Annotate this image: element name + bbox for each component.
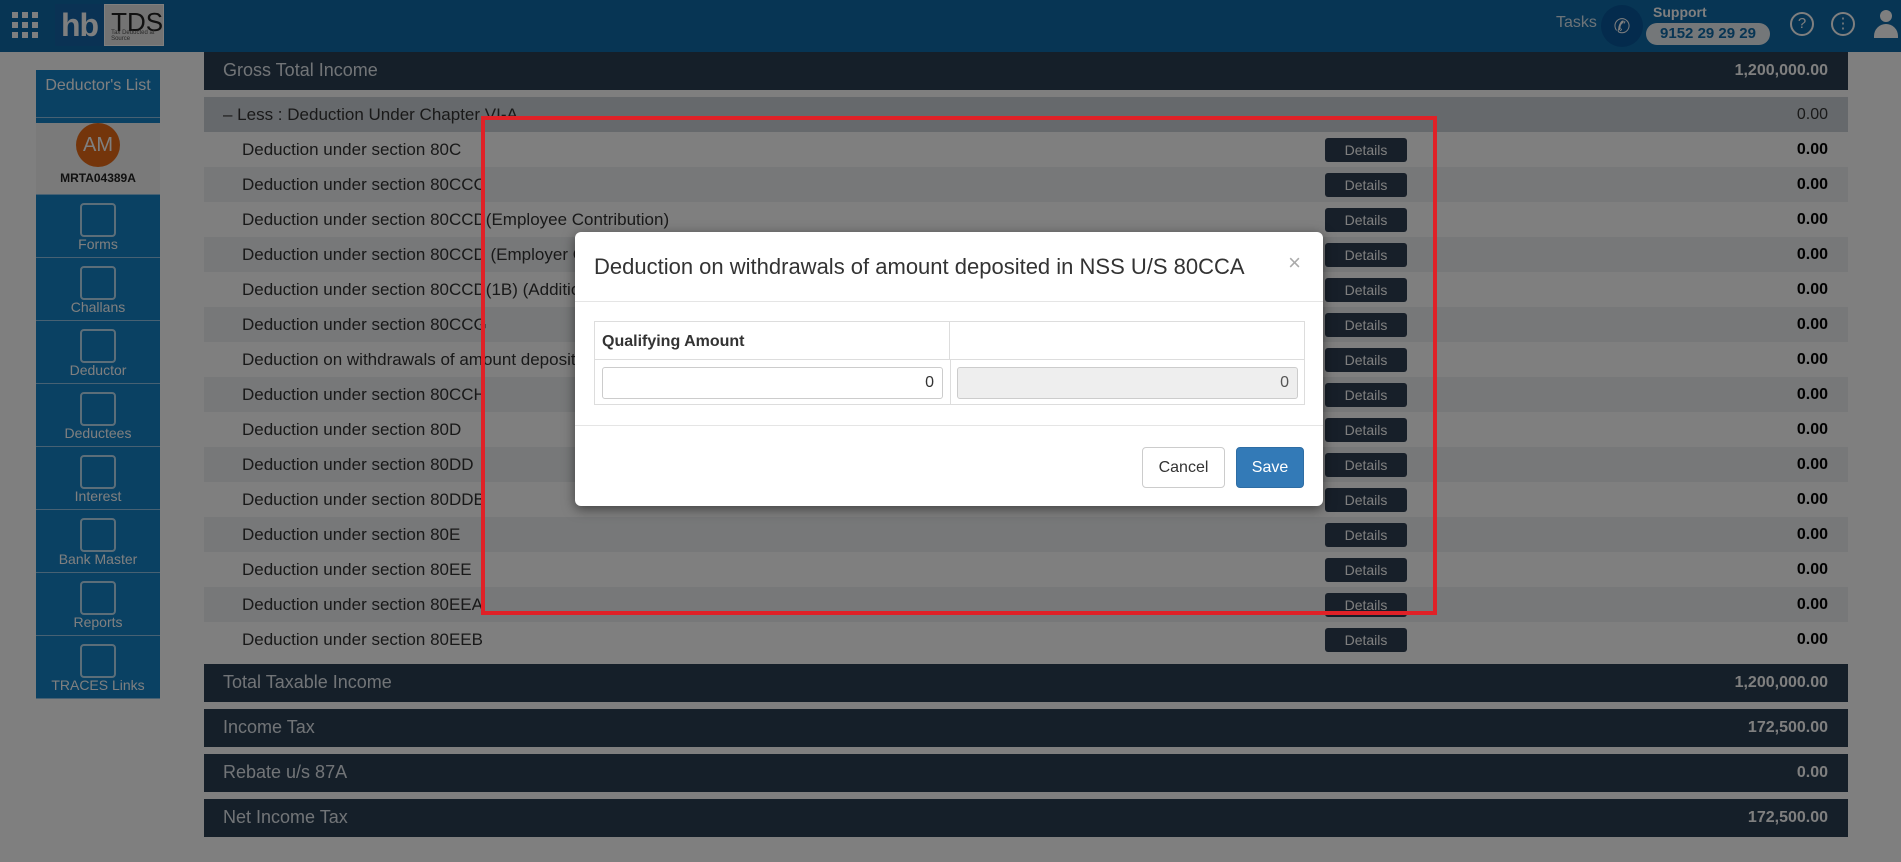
qualifying-amount-table: Qualifying Amount	[594, 321, 1305, 405]
column-header: Qualifying Amount	[595, 322, 950, 360]
qualifying-amount-input[interactable]	[602, 367, 943, 399]
column-header-empty	[950, 322, 1304, 360]
dialog-divider	[575, 425, 1323, 426]
save-button[interactable]: Save	[1236, 447, 1304, 488]
cancel-button[interactable]: Cancel	[1142, 447, 1225, 488]
dialog-title: Deduction on withdrawals of amount depos…	[594, 254, 1245, 279]
deduction-dialog: Deduction on withdrawals of amount depos…	[575, 232, 1323, 506]
computed-amount-field	[957, 367, 1298, 399]
close-icon[interactable]: ×	[1288, 250, 1301, 276]
column-divider	[950, 360, 951, 404]
dialog-divider	[575, 301, 1323, 302]
